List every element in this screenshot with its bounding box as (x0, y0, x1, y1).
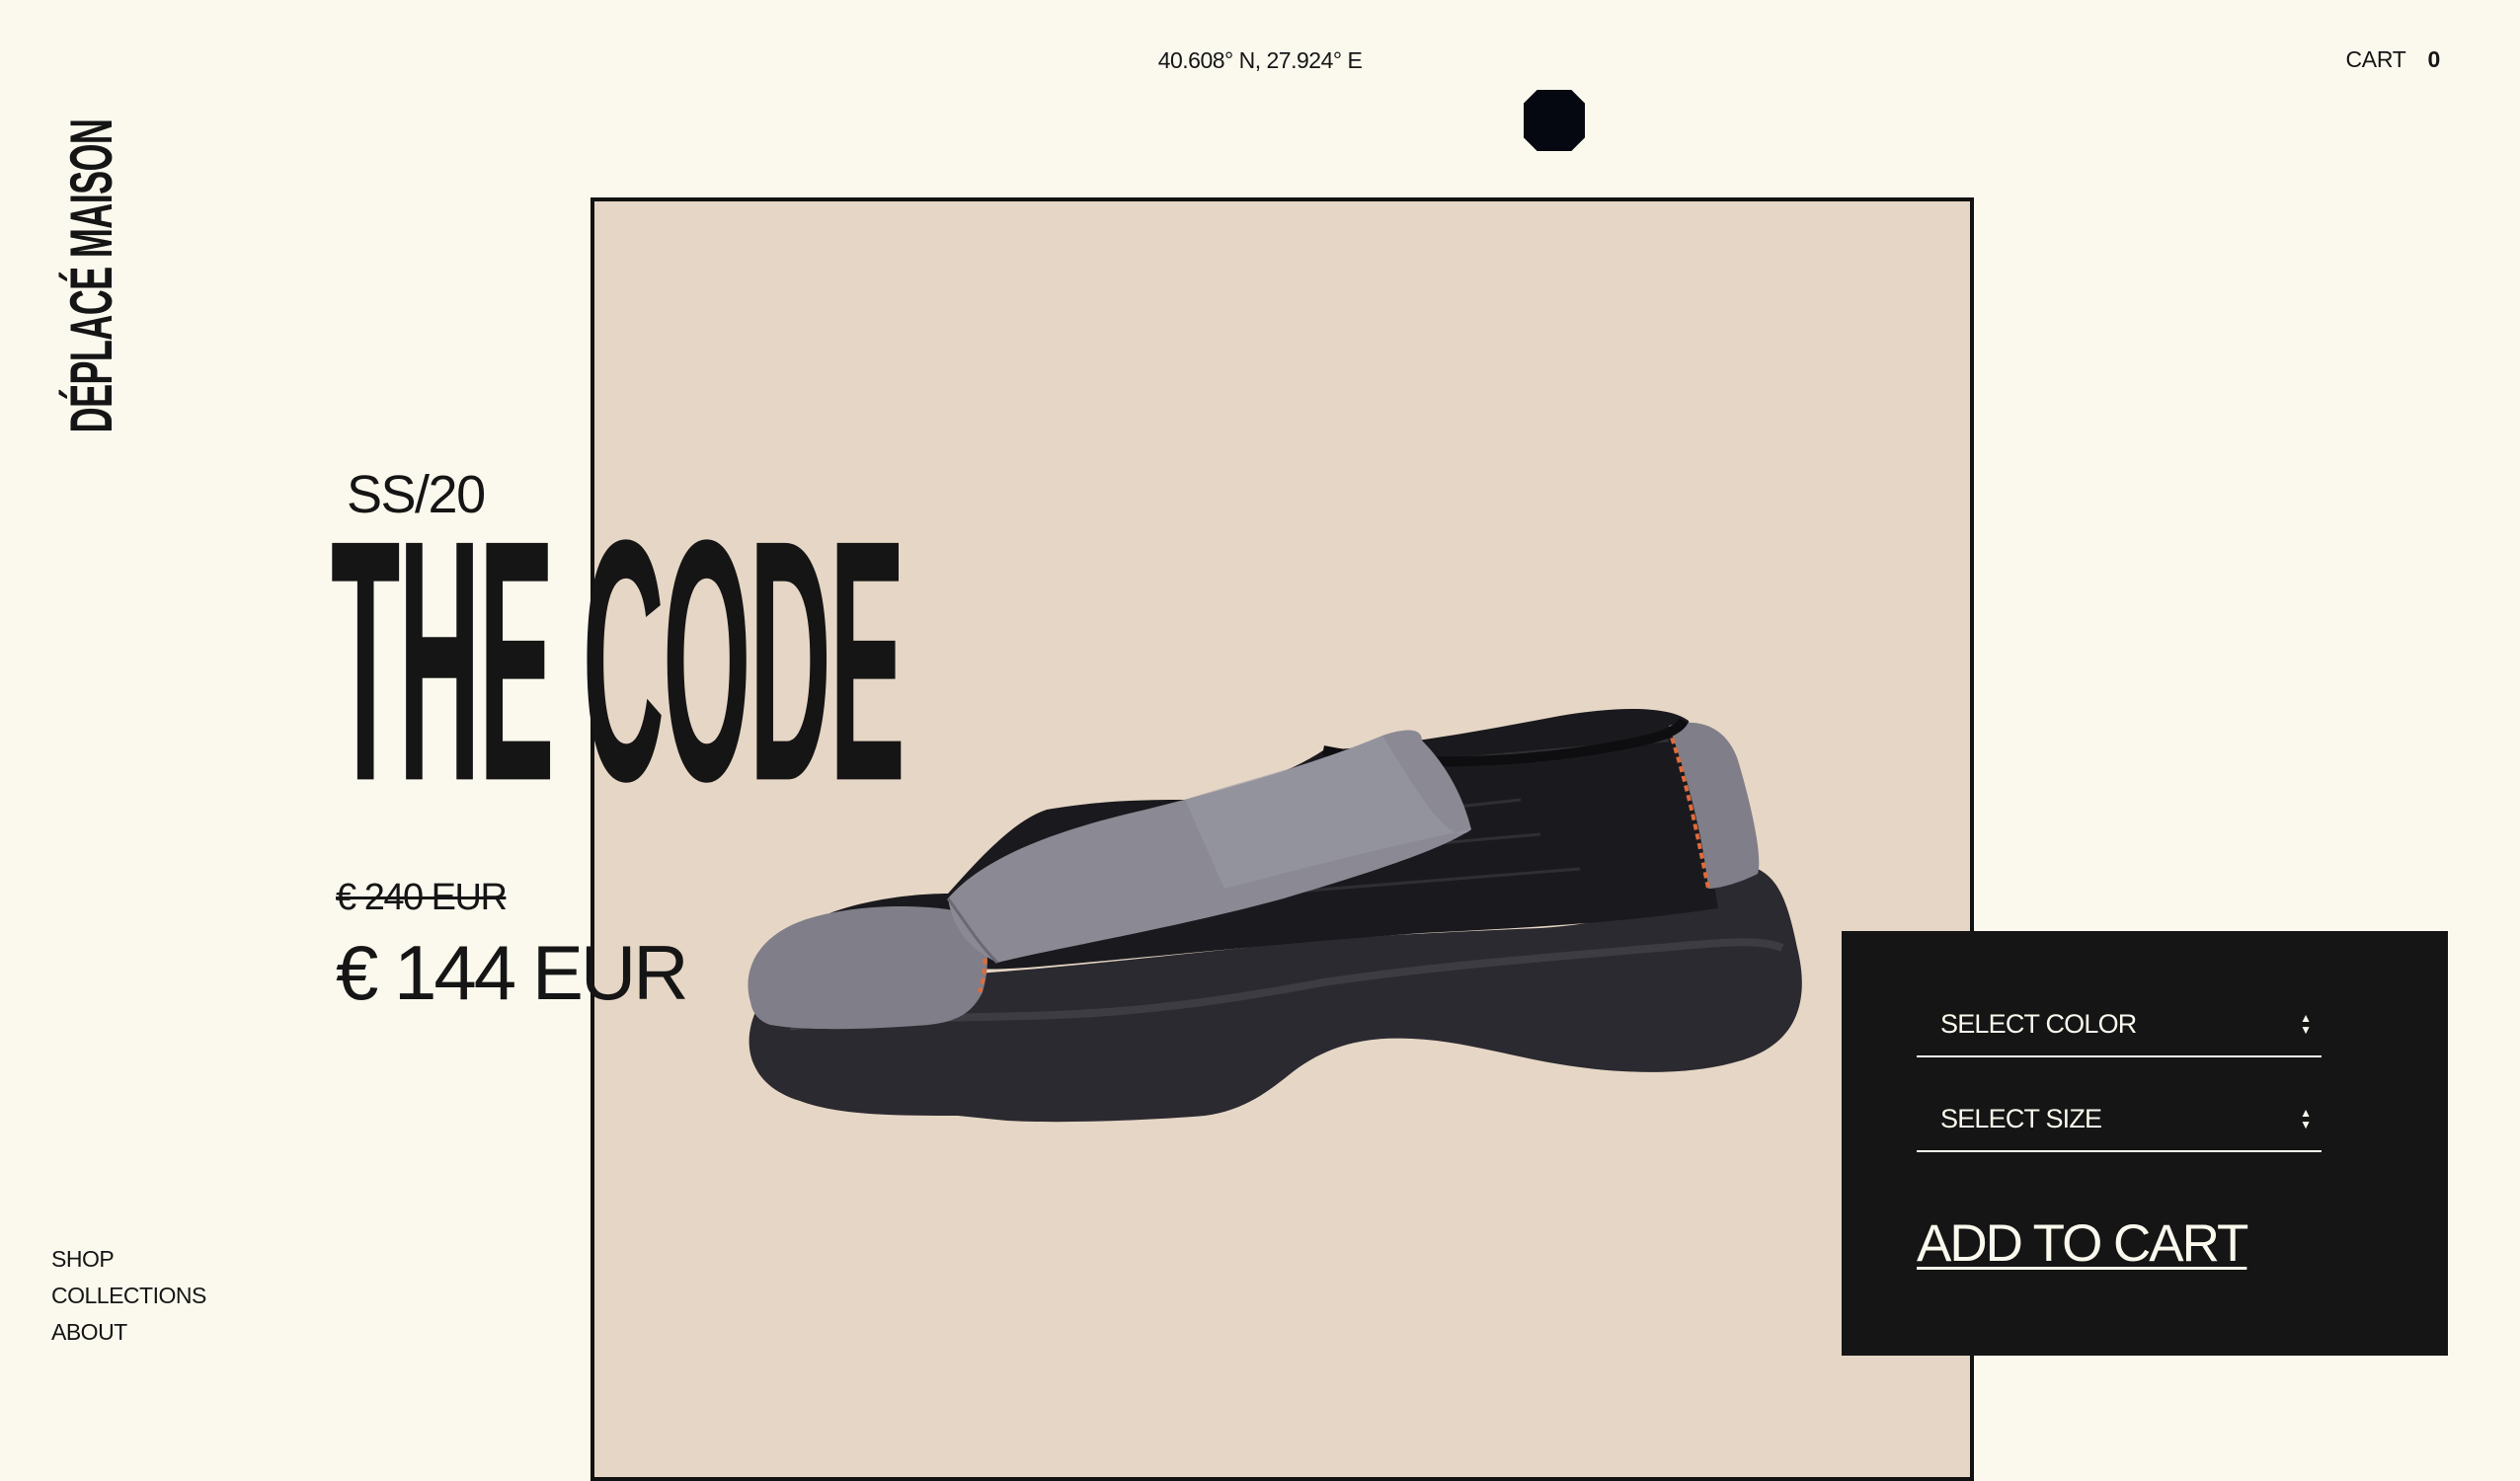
nav-item-about[interactable]: ABOUT (51, 1319, 206, 1346)
up-down-arrows-icon: ▲ ▼ (2300, 1011, 2312, 1037)
nav-item-collections[interactable]: COLLECTIONS (51, 1283, 206, 1309)
color-select[interactable]: SELECT COLOR ▲ ▼ (1917, 931, 2322, 1057)
cart-label: CART (2345, 46, 2406, 72)
octagon-icon[interactable] (1524, 90, 1585, 151)
product-title: THE CODE (331, 489, 1220, 864)
color-select-label: SELECT COLOR (1940, 1008, 2137, 1039)
original-price: € 240 EUR (336, 877, 508, 918)
coordinates-readout: 40.608° N, 27.924° E (1157, 47, 1363, 73)
sale-price: € 144 EUR (336, 929, 689, 1016)
nav-item-shop[interactable]: SHOP (51, 1246, 206, 1273)
up-down-arrows-icon: ▲ ▼ (2300, 1106, 2312, 1131)
brand-name: DÉPLACÉ MAISON (58, 118, 125, 432)
cart-link[interactable]: CART 0 (2346, 46, 2441, 73)
cart-count: 0 (2427, 46, 2441, 72)
size-select[interactable]: SELECT SIZE ▲ ▼ (1917, 1057, 2322, 1152)
main-nav: SHOP COLLECTIONS ABOUT (51, 1246, 206, 1346)
product-title-text: THE CODE (331, 468, 906, 853)
size-select-label: SELECT SIZE (1940, 1103, 2102, 1133)
brand-logo[interactable]: DÉPLACÉ MAISON (58, 118, 125, 432)
purchase-panel: SELECT COLOR ▲ ▼ SELECT SIZE ▲ ▼ ADD TO CA… (1842, 931, 2448, 1356)
add-to-cart-button[interactable]: ADD TO CART (1917, 1213, 2248, 1274)
